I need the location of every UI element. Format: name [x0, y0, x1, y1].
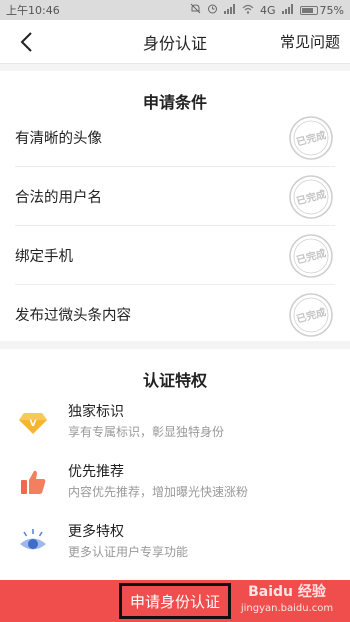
- nav-bar: 身份认证 常见问题: [0, 20, 350, 64]
- signal-icon: [281, 3, 294, 17]
- privilege-desc: 享有专属标识，彰显独特身份: [68, 425, 225, 439]
- conditions-card: 申请条件 有清晰的头像 已完成 合法的用户名 已完成 绑定手机 已完成 发布过微…: [0, 71, 350, 341]
- privilege-desc: 更多认证用户专享功能: [68, 545, 189, 559]
- privilege-name: 更多特权: [68, 524, 124, 540]
- privilege-name: 独家标识: [68, 404, 124, 420]
- network-type: 4G: [260, 3, 276, 17]
- status-icons: 4G 75%: [190, 3, 344, 17]
- battery-icon: [299, 5, 318, 15]
- condition-label: 绑定手机: [15, 248, 73, 265]
- page-title: 身份认证: [142, 33, 207, 53]
- completed-stamp-icon: 已完成: [289, 234, 333, 278]
- watermark: Baidu 经验 jingyan.baidu.com: [228, 582, 346, 620]
- condition-item: 发布过微头条内容 已完成: [15, 285, 335, 344]
- privileges-title: 认证特权: [142, 371, 207, 390]
- condition-item: 绑定手机 已完成: [15, 226, 335, 285]
- back-button[interactable]: [12, 28, 40, 56]
- alarm-icon: [207, 3, 218, 17]
- chevron-left-icon: [20, 32, 32, 52]
- privilege-desc: 内容优先推荐，增加曝光快速涨粉: [68, 485, 249, 499]
- privileges-card: 认证特权 V 独家标识 享有专属标识，彰显独特身份 优先推荐 内容优先推荐，增加…: [0, 349, 350, 580]
- svg-text:已完成: 已完成: [295, 128, 327, 148]
- battery-level: 75%: [319, 3, 344, 17]
- condition-item: 合法的用户名 已完成: [15, 167, 335, 226]
- signal-icon: [224, 3, 236, 17]
- status-bar: 上午10:46 4G 75%: [0, 0, 350, 20]
- condition-label: 有清晰的头像: [15, 130, 102, 147]
- wifi-icon: [242, 4, 254, 17]
- completed-stamp-icon: 已完成: [289, 116, 333, 160]
- thumbs-up-icon: [21, 470, 46, 494]
- eye-icon: [20, 529, 46, 550]
- status-time: 上午10:46: [6, 4, 60, 17]
- privilege-name: 优先推荐: [68, 464, 124, 480]
- battery-indicator: 75%: [299, 3, 344, 17]
- completed-stamp-icon: 已完成: [289, 175, 333, 219]
- svg-text:已完成: 已完成: [295, 246, 327, 266]
- svg-text:已完成: 已完成: [295, 305, 327, 325]
- faq-link[interactable]: 常见问题: [280, 31, 340, 52]
- watermark-url: jingyan.baidu.com: [240, 603, 334, 614]
- completed-stamp-icon: 已完成: [289, 293, 333, 337]
- watermark-brand: Baidu 经验: [248, 584, 326, 600]
- privilege-item: 更多特权 更多认证用户专享功能: [18, 519, 338, 565]
- condition-item: 有清晰的头像 已完成: [15, 108, 335, 167]
- privilege-item: 优先推荐 内容优先推荐，增加曝光快速涨粉: [18, 459, 338, 505]
- condition-label: 发布过微头条内容: [15, 308, 131, 324]
- svg-text:V: V: [30, 419, 37, 429]
- diamond-v-icon: V: [19, 413, 47, 434]
- privilege-item: V 独家标识 享有专属标识，彰显独特身份: [18, 399, 338, 445]
- condition-label: 合法的用户名: [15, 189, 102, 206]
- svg-text:已完成: 已完成: [295, 187, 327, 207]
- mute-icon: [190, 3, 201, 17]
- apply-verification-button[interactable]: 申请身份认证: [118, 583, 231, 619]
